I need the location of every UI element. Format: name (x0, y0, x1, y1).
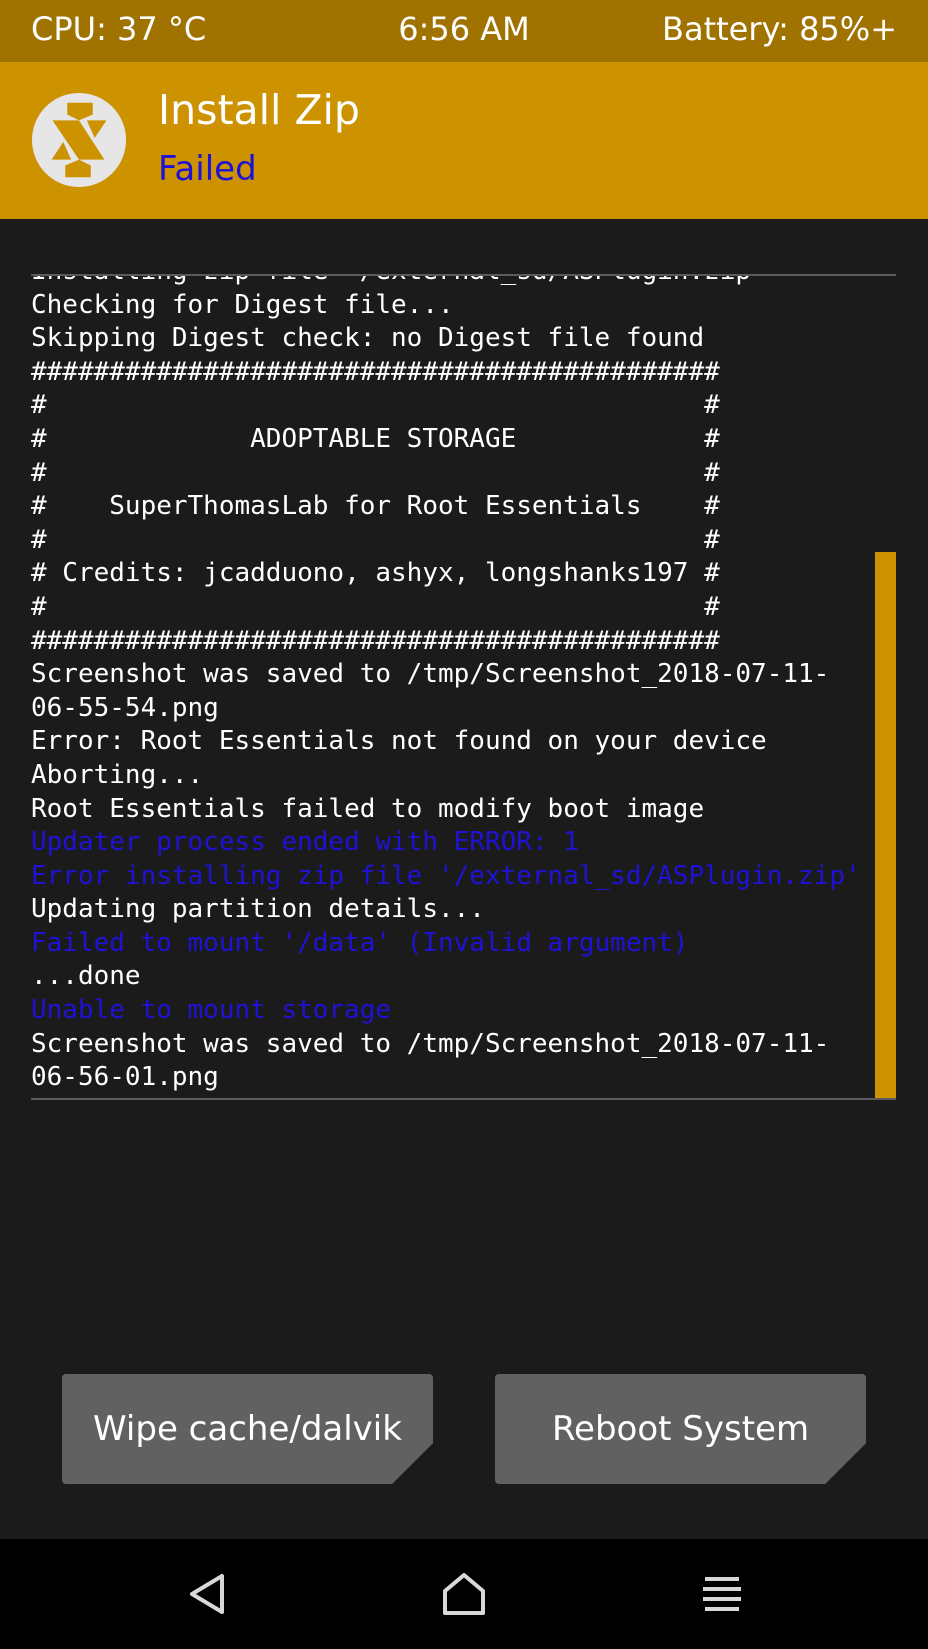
console-line: Root Essentials failed to modify boot im… (31, 793, 705, 824)
console-line: # ADOPTABLE STORAGE # (31, 423, 720, 454)
console-line: ########################################… (31, 356, 720, 387)
console-line: Screenshot was saved to /tmp/Screenshot_… (31, 659, 830, 690)
status-bar: CPU: 37 °C 6:56 AM Battery: 85%+ (0, 0, 928, 62)
console-line: ...done (31, 961, 141, 992)
navigation-bar (0, 1539, 928, 1649)
twrp-logo-icon (31, 92, 127, 188)
console-line: 06-56-01.png (31, 1062, 219, 1093)
console-line: Error: Root Essentials not found on your… (31, 726, 767, 757)
console-line: Updating partition details... (31, 894, 485, 925)
console-line: Installing zip file '/external_sd/ASPlug… (31, 276, 896, 289)
console-lines: Installing zip file '/external_sd/ASPlug… (31, 276, 896, 1095)
console-line: # # (31, 390, 720, 421)
console-line: Screenshot was saved to /tmp/Screenshot_… (31, 1028, 830, 1059)
console-line: # # (31, 524, 720, 555)
console-line: Skipping Digest check: no Digest file fo… (31, 323, 705, 354)
console-error-line: Updater process ended with ERROR: 1 (31, 827, 579, 858)
back-triangle-icon[interactable] (182, 1569, 232, 1619)
console-error-line: Failed to mount '/data' (Invalid argumen… (31, 927, 689, 958)
reboot-system-label: Reboot System (551, 1409, 810, 1449)
console-line: # Credits: jcadduono, ashyx, longshanks1… (31, 558, 720, 589)
header: Install Zip Failed (0, 62, 928, 219)
install-status: Failed (158, 149, 257, 189)
console-line: ########################################… (31, 625, 720, 656)
battery-status: Battery: 85%+ (662, 10, 897, 48)
console-line: # # (31, 591, 720, 622)
home-icon[interactable] (439, 1569, 489, 1619)
console-line: Checking for Digest file... (31, 289, 454, 320)
reboot-system-button[interactable]: Reboot System (495, 1374, 866, 1484)
page-title: Install Zip (158, 86, 360, 134)
wipe-cache-dalvik-label: Wipe cache/dalvik (93, 1409, 402, 1449)
console-error-line: Unable to mount storage (31, 995, 392, 1026)
menu-icon[interactable] (697, 1569, 747, 1619)
console-error-line: Error installing zip file '/external_sd/… (31, 860, 861, 891)
console-line: 06-55-54.png (31, 692, 219, 723)
console-line: Aborting... (31, 759, 204, 790)
twrp-screen: CPU: 37 °C 6:56 AM Battery: 85%+ Install… (0, 0, 928, 1649)
console-line: # # (31, 457, 720, 488)
console-log[interactable]: Installing zip file '/external_sd/ASPlug… (31, 274, 896, 1100)
wipe-cache-dalvik-button[interactable]: Wipe cache/dalvik (62, 1374, 433, 1484)
console-scrollbar[interactable] (875, 552, 896, 1098)
console-line: # SuperThomasLab for Root Essentials # (31, 491, 720, 522)
